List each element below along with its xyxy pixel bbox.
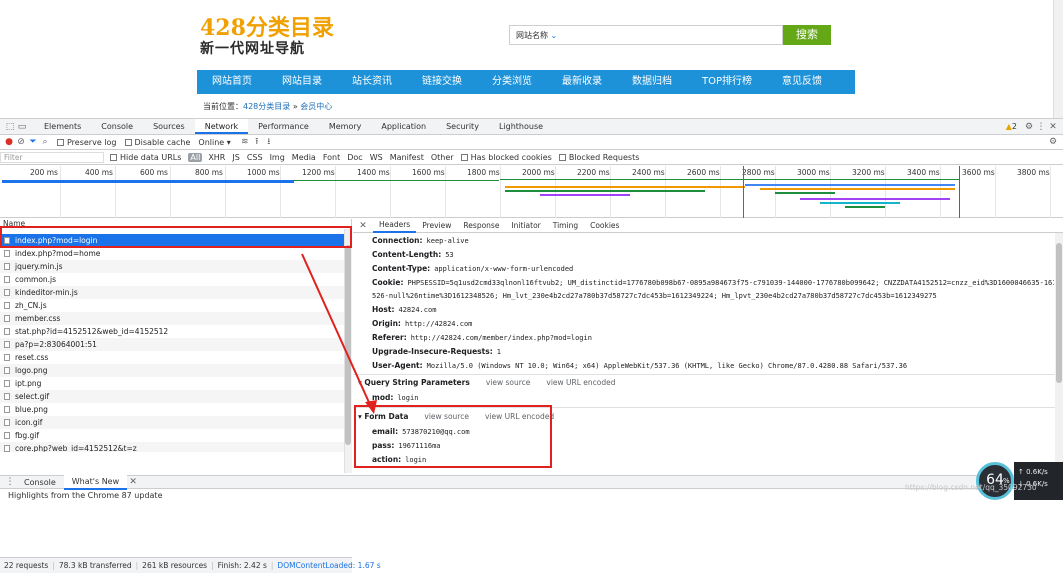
network-status-bar: 22 requests | 78.3 kB transferred | 261 kB… <box>0 557 381 573</box>
finish-time: Finish: 2.42 s <box>217 561 267 570</box>
resources-size: 261 kB resources <box>142 561 208 570</box>
dom-content-loaded-time: DOMContentLoaded: 1.67 s <box>277 561 381 570</box>
annotation-arrow <box>301 253 377 414</box>
watermark: https://blog.csdn.net/qq_35092730 <box>905 483 1037 492</box>
request-count: 22 requests <box>4 561 49 570</box>
transferred-size: 78.3 kB transferred <box>58 561 132 570</box>
upload-speed: ↑ 0.6K/s <box>1018 468 1048 476</box>
